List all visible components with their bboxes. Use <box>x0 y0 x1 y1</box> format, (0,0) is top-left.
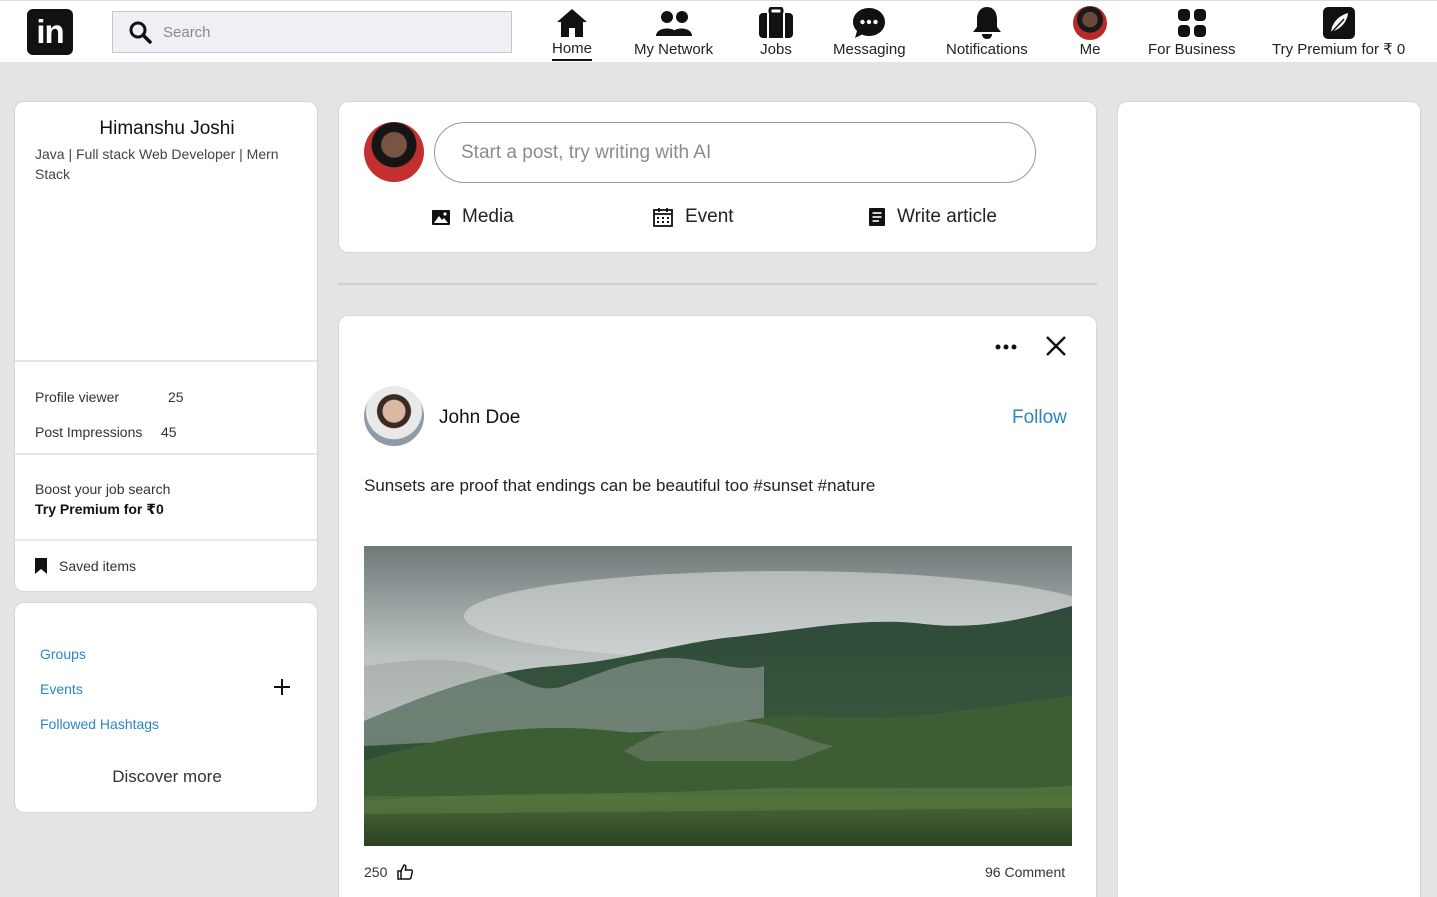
nav-label-messaging: Messaging <box>833 41 906 58</box>
likes-count: 250 <box>364 864 388 880</box>
nav-for-business[interactable]: For Business <box>1148 5 1236 61</box>
avatar <box>1073 6 1107 40</box>
nav-notifications[interactable]: Notifications <box>946 5 1028 61</box>
bell-icon <box>972 7 1001 39</box>
top-navbar: in Home My Network <box>0 0 1437 62</box>
profile-card: Himanshu Joshi Java | Full stack Web Dev… <box>14 101 318 592</box>
nav-label-notifications: Notifications <box>946 41 1028 58</box>
calendar-icon <box>653 208 673 227</box>
nav-home[interactable]: Home <box>552 5 593 61</box>
media-button[interactable]: Media <box>432 206 514 228</box>
more-options-icon[interactable] <box>994 336 1018 358</box>
profile-name[interactable]: Himanshu Joshi <box>15 118 319 140</box>
divider <box>15 453 317 455</box>
nav-label-home: Home <box>552 40 593 61</box>
premium-icon <box>1322 7 1355 39</box>
discover-more-button[interactable]: Discover more <box>15 767 319 787</box>
groups-link[interactable]: Groups <box>40 646 86 662</box>
nav-label-my-network: My Network <box>634 41 714 58</box>
events-link[interactable]: Events <box>40 681 83 697</box>
bookmark-icon <box>35 558 47 574</box>
stat-profile-viewer-value: 25 <box>168 389 184 405</box>
comments-count[interactable]: 96 Comment <box>985 864 1065 880</box>
network-icon <box>655 11 692 36</box>
write-article-label: Write article <box>897 206 997 227</box>
messaging-icon <box>853 8 886 38</box>
search-icon <box>129 21 152 44</box>
nav-my-network[interactable]: My Network <box>634 5 713 61</box>
follow-button[interactable]: Follow <box>1012 407 1067 429</box>
event-label: Event <box>685 206 734 227</box>
start-post-input[interactable] <box>434 122 1036 183</box>
search-input[interactable] <box>163 23 483 41</box>
post-image[interactable] <box>364 546 1072 846</box>
saved-items-label: Saved items <box>59 558 137 574</box>
divider <box>15 539 317 541</box>
search-bar[interactable] <box>112 11 512 53</box>
avatar[interactable] <box>364 122 424 182</box>
post-text: Sunsets are proof that endings can be be… <box>364 476 876 495</box>
followed-hashtags-link[interactable]: Followed Hashtags <box>40 716 159 732</box>
author-avatar[interactable] <box>364 386 424 446</box>
add-event-icon[interactable] <box>271 676 293 698</box>
author-name[interactable]: John Doe <box>439 407 520 429</box>
feed-post: John Doe Follow Sunsets are proof that e… <box>338 315 1097 897</box>
feed-divider <box>338 283 1097 285</box>
write-article-button[interactable]: Write article <box>869 206 997 228</box>
linkedin-logo[interactable]: in <box>27 9 73 55</box>
post-composer: Media Event Write article <box>338 101 1097 253</box>
community-links-card: Groups Events Followed Hashtags Discover… <box>14 602 318 813</box>
right-sidebar-card <box>1117 101 1421 897</box>
saved-items-link[interactable]: Saved items <box>35 558 136 574</box>
media-label: Media <box>462 206 514 227</box>
nav-label-for-business: For Business <box>1148 41 1236 58</box>
profile-headline: Java | Full stack Web Developer | Mern S… <box>35 146 279 182</box>
post-likes[interactable]: 250 <box>364 864 414 880</box>
boost-job-search-text: Boost your job search <box>35 481 171 497</box>
thumbs-up-icon[interactable] <box>397 864 414 880</box>
nav-messaging[interactable]: Messaging <box>833 5 906 61</box>
nav-jobs[interactable]: Jobs <box>758 5 794 61</box>
stat-post-impressions-label[interactable]: Post Impressions <box>35 424 142 440</box>
briefcase-icon <box>759 7 793 38</box>
home-icon <box>557 8 587 37</box>
nav-label-jobs: Jobs <box>760 41 792 58</box>
nav-label-try-premium: Try Premium for ₹ 0 <box>1272 41 1406 58</box>
divider <box>15 360 317 362</box>
nav-try-premium[interactable]: Try Premium for ₹ 0 <box>1272 5 1405 61</box>
close-icon[interactable] <box>1044 334 1068 358</box>
nav-label-me: Me <box>1079 41 1101 58</box>
stat-profile-viewer-label[interactable]: Profile viewer <box>35 389 119 405</box>
nav-me[interactable]: Me <box>1073 5 1107 61</box>
image-icon <box>432 209 450 225</box>
event-button[interactable]: Event <box>653 206 734 228</box>
try-premium-link[interactable]: Try Premium for ₹0 <box>35 501 164 518</box>
grid-icon <box>1177 9 1206 37</box>
stat-post-impressions-value: 45 <box>161 424 177 440</box>
article-icon <box>869 208 885 226</box>
